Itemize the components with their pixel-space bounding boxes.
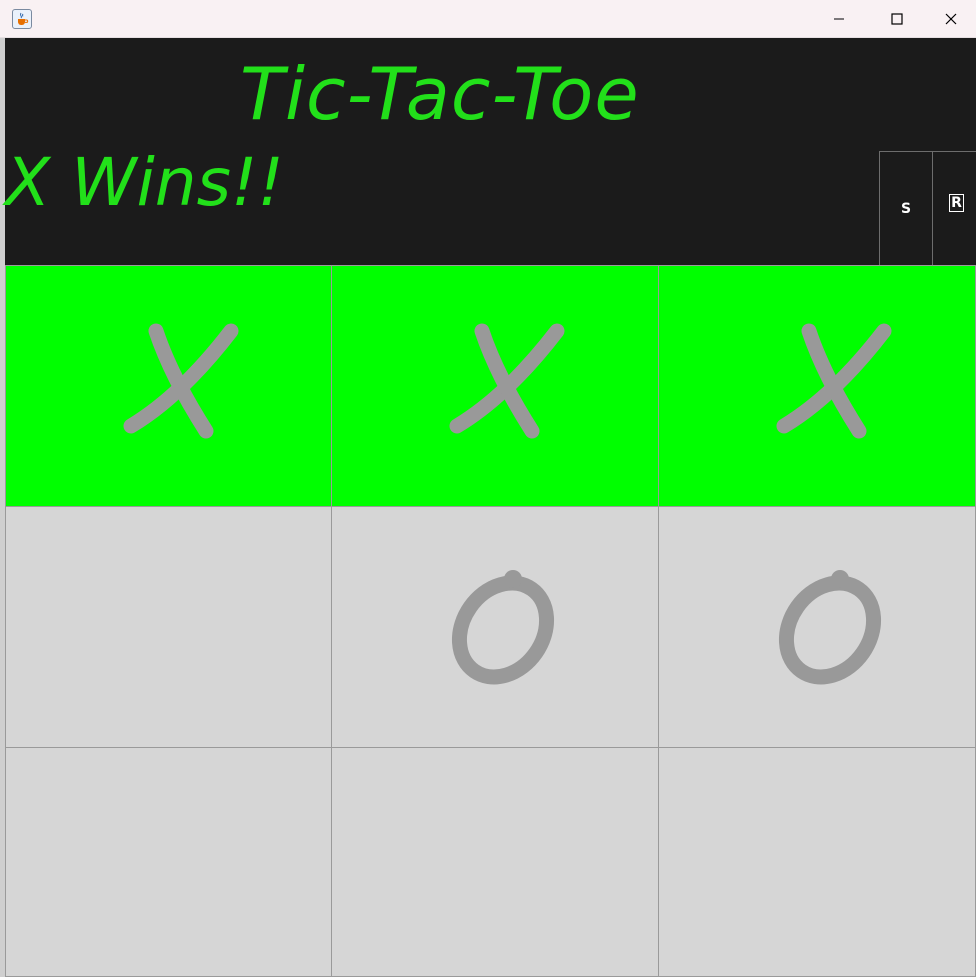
game-header: Tic-Tac-Toe X Wins!! S R (5, 38, 976, 266)
x-mark-icon (449, 323, 565, 439)
minimize-icon (834, 18, 844, 20)
board-cell-5[interactable] (331, 506, 659, 748)
game-window: Tic-Tac-Toe X Wins!! S R (0, 0, 976, 977)
game-title: Tic-Tac-Toe (240, 52, 640, 136)
status-message: X Wins!! (5, 144, 284, 221)
board-cell-4[interactable] (5, 506, 332, 748)
board-cell-3[interactable] (658, 265, 976, 507)
close-button[interactable] (926, 0, 976, 38)
o-mark-icon (451, 570, 555, 685)
close-icon (945, 13, 957, 25)
maximize-button[interactable] (868, 0, 926, 38)
maximize-icon (891, 13, 903, 25)
o-mark-icon (778, 570, 882, 685)
board-cell-7[interactable] (5, 747, 332, 977)
r-button-label: R (949, 193, 964, 212)
board-cell-9[interactable] (658, 747, 976, 977)
board-cell-1[interactable] (5, 265, 332, 507)
s-button-label: S (900, 200, 912, 217)
minimize-button[interactable] (810, 0, 868, 38)
title-bar[interactable] (0, 0, 976, 38)
board-cell-2[interactable] (331, 265, 659, 507)
s-button[interactable]: S (879, 151, 933, 266)
java-cup-icon (12, 9, 32, 29)
x-mark-icon (123, 323, 239, 439)
r-button[interactable]: R (932, 151, 976, 266)
x-mark-icon (776, 323, 892, 439)
game-board (5, 265, 976, 977)
board-cell-8[interactable] (331, 747, 659, 977)
board-cell-6[interactable] (658, 506, 976, 748)
